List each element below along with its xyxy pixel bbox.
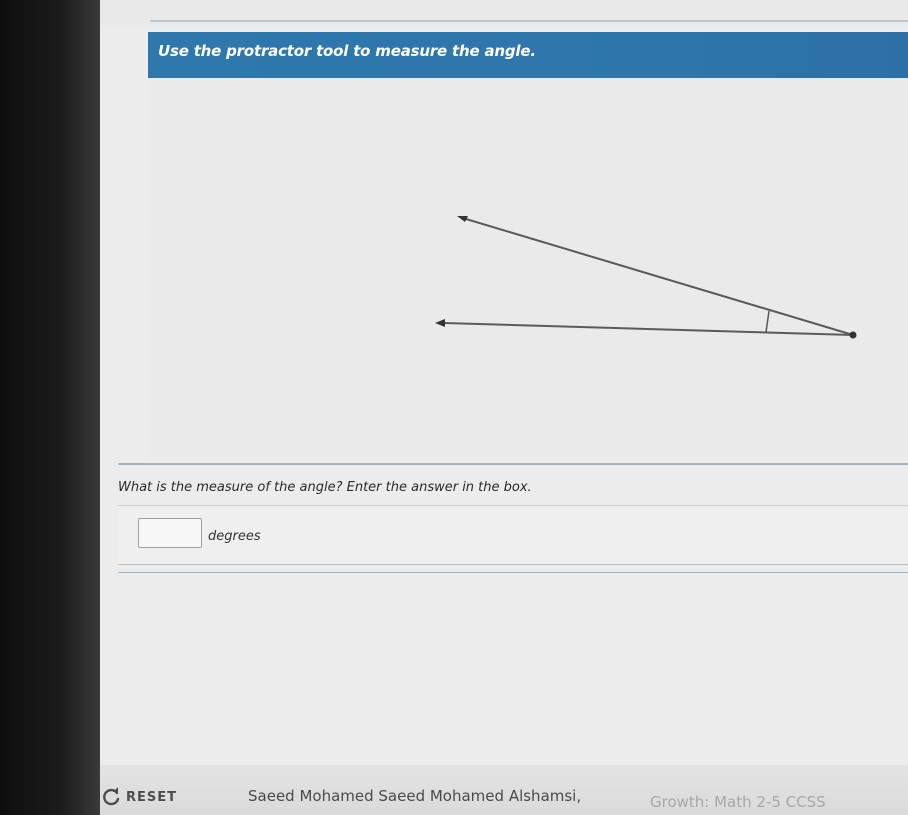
lower-ray — [443, 322, 854, 336]
upper-ray — [465, 218, 854, 336]
vertex-point — [849, 331, 857, 339]
angle-arc — [765, 310, 770, 333]
angle-diagram — [435, 216, 857, 339]
upper-ray-arrowhead — [457, 216, 468, 222]
lower-ray-arrowhead — [435, 319, 445, 327]
screen: Use the protractor tool to measure the a… — [0, 0, 908, 815]
